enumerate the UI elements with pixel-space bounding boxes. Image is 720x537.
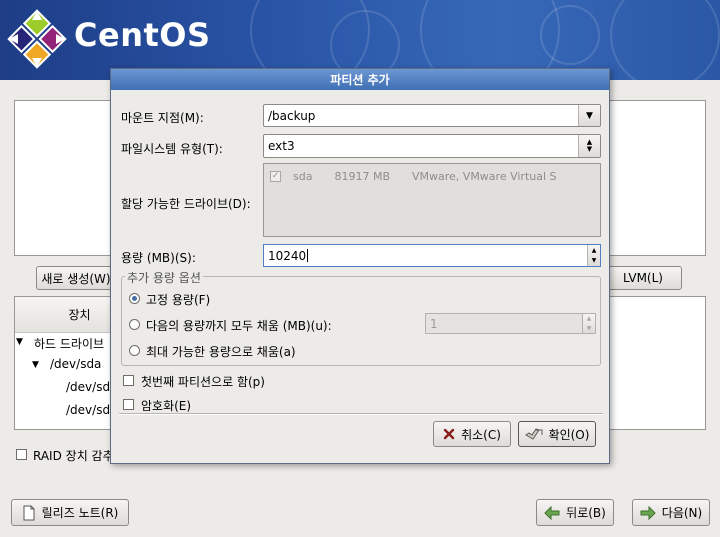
size-value[interactable]: 10240 [268, 249, 306, 263]
tree-item-device[interactable]: /dev/sda [50, 357, 101, 371]
cancel-button[interactable]: 취소(C) [433, 421, 511, 447]
drives-list: ✓ sda 81917 MB VMware, VMware Virtual S [263, 163, 601, 237]
centos-logo-icon [7, 9, 67, 69]
dropdown-arrow-icon[interactable]: ▼ [578, 105, 600, 126]
drives-label: 할당 가능한 드라이브(D): [121, 197, 251, 211]
primary-partition-checkbox[interactable] [123, 375, 134, 386]
fill-max-label[interactable]: 최대 가능한 용량으로 채움(a) [146, 343, 296, 360]
dialog-title: 파티션 추가 [111, 69, 609, 90]
mount-point-label: 마운트 지점(M): [121, 111, 204, 125]
tree-expander-icon[interactable]: ▼ [32, 360, 39, 370]
release-notes-button[interactable]: 릴리즈 노트(R) [11, 499, 129, 526]
mount-point-value[interactable]: /backup [268, 109, 315, 123]
drive-row: ✓ sda 81917 MB VMware, VMware Virtual S [270, 170, 557, 183]
dialog-separator [119, 413, 603, 415]
arrow-left-icon [544, 505, 560, 520]
size-options-title: 추가 용량 옵션 [125, 269, 203, 286]
encrypt-label[interactable]: 암호화(E) [141, 397, 191, 414]
encrypt-checkbox[interactable] [123, 399, 134, 410]
fs-type-label: 파일시스템 유형(T): [121, 142, 223, 156]
primary-partition-label[interactable]: 첫번째 파티션으로 함(p) [141, 373, 265, 390]
drive-checkbox: ✓ [270, 171, 281, 182]
spin-arrows-icon[interactable]: ▲ ▼ [582, 314, 595, 333]
fill-max-radio[interactable] [129, 345, 140, 356]
fill-upto-radio[interactable] [129, 319, 140, 330]
spin-arrows-icon[interactable]: ▲ ▼ [587, 245, 600, 266]
drive-size: 81917 MB [334, 170, 390, 183]
next-button[interactable]: 다음(N) [632, 499, 710, 526]
ok-check-icon [524, 428, 543, 440]
document-icon [23, 505, 35, 520]
mount-point-combo[interactable]: /backup ▼ [263, 104, 601, 127]
add-partition-dialog: 파티션 추가 마운트 지점(M): /backup ▼ 파일시스템 유형(T):… [110, 68, 610, 464]
size-label: 용량 (MB)(S): [121, 251, 196, 265]
back-button[interactable]: 뒤로(B) [536, 499, 614, 526]
brand-name: CentOS [74, 16, 211, 54]
fixed-size-label[interactable]: 고정 용량(F) [146, 291, 210, 308]
tree-expander-icon[interactable]: ▼ [16, 337, 23, 347]
tree-item-hard-drives[interactable]: 하드 드라이브 [34, 335, 104, 352]
size-spinbox[interactable]: 10240 ▲ ▼ [263, 244, 601, 267]
ok-button[interactable]: 확인(O) [518, 421, 596, 447]
fill-upto-spinbox[interactable]: 1 ▲ ▼ [425, 313, 596, 334]
drive-model: VMware, VMware Virtual S [412, 170, 557, 183]
updown-arrow-icon[interactable]: ▲ ▼ [578, 135, 600, 157]
arrow-right-icon [640, 505, 656, 520]
fill-upto-label[interactable]: 다음의 용량까지 모두 채움 (MB)(u): [146, 317, 332, 334]
new-partition-button[interactable]: 새로 생성(W) [36, 266, 116, 290]
fs-type-value: ext3 [268, 139, 295, 153]
raid-hide-label: RAID 장치 감추 [33, 449, 114, 463]
drive-name: sda [293, 170, 313, 183]
fixed-size-radio[interactable] [129, 293, 140, 304]
lvm-button[interactable]: LVM(L) [604, 266, 682, 290]
raid-hide-checkbox[interactable] [16, 449, 27, 460]
fill-upto-value: 1 [430, 316, 438, 331]
fs-type-select[interactable]: ext3 ▲ ▼ [263, 134, 601, 158]
cancel-x-icon [443, 428, 455, 440]
